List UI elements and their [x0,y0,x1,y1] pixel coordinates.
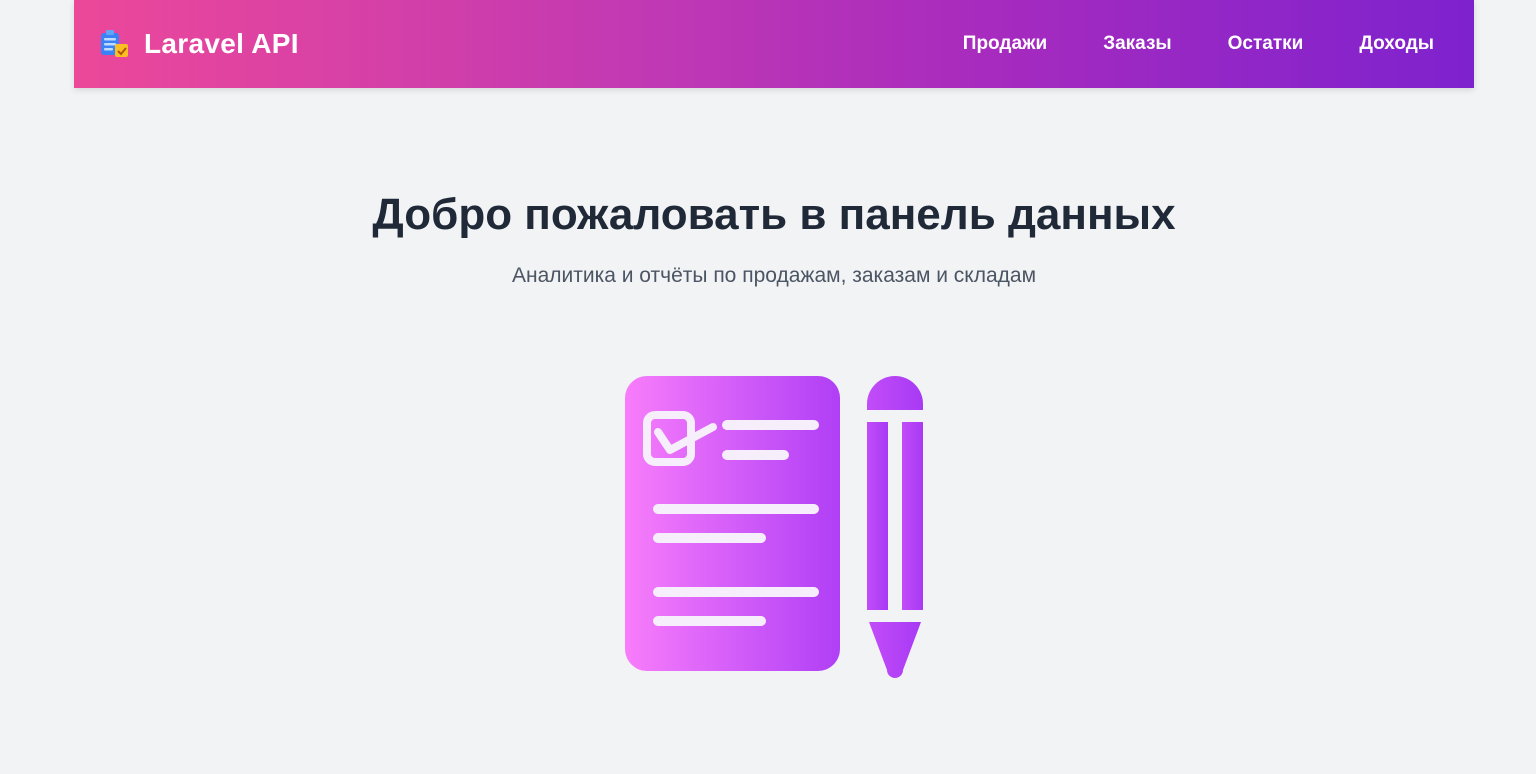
brand-title: Laravel API [144,28,299,59]
nav-link-stocks[interactable]: Остатки [1228,33,1304,55]
checklist-and-pencil-icon [620,370,930,680]
document-icon [625,376,840,671]
nav-link-incomes[interactable]: Доходы [1359,33,1434,55]
page-title: Добро пожаловать в панель данных [372,190,1176,239]
nav-link-orders[interactable]: Заказы [1103,33,1171,55]
top-navbar: Laravel API Продажи Заказы Остатки Доход… [74,0,1474,88]
brand-link[interactable]: Laravel API [98,27,299,61]
pencil-icon [867,376,923,678]
page-subtitle: Аналитика и отчёты по продажам, заказам … [511,264,1037,287]
main-nav: Продажи Заказы Остатки Доходы [963,33,1434,55]
nav-link-sales[interactable]: Продажи [963,33,1047,55]
clipboard-chart-icon [98,27,132,61]
